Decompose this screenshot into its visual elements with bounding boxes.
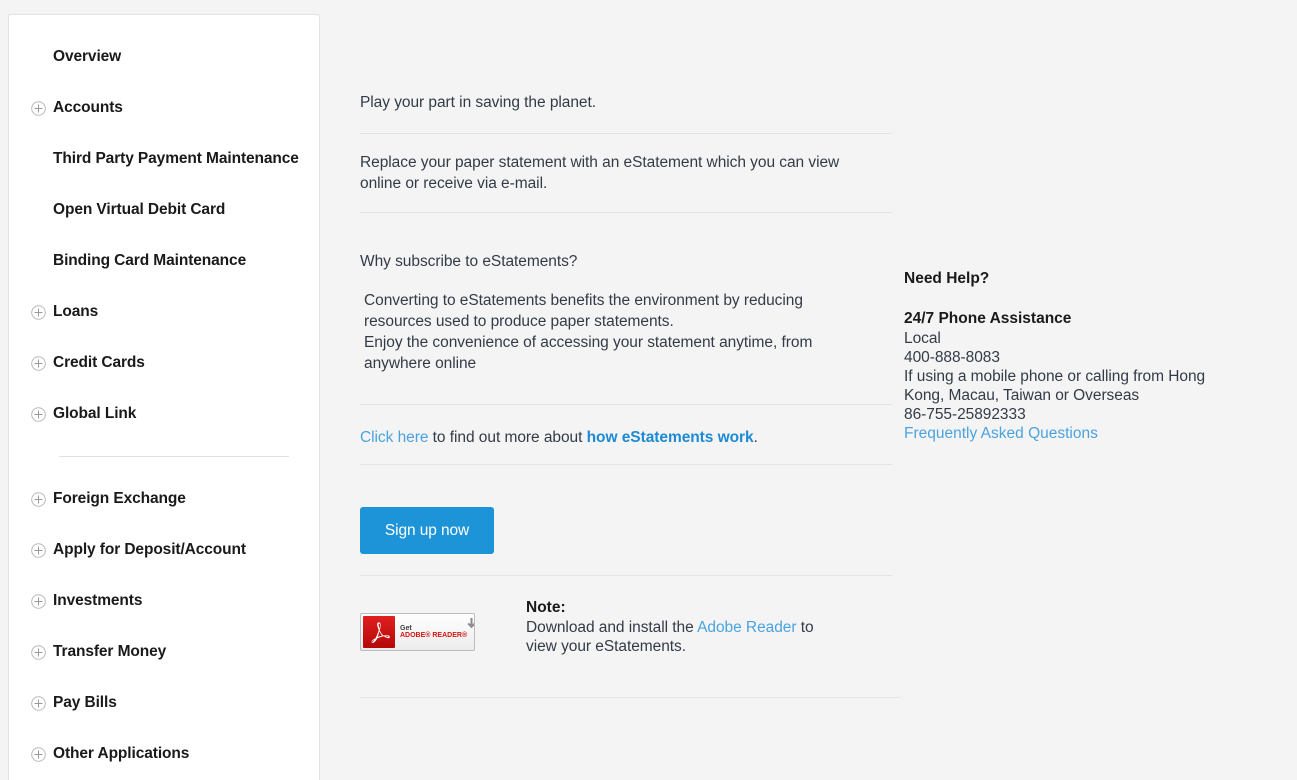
sidebar-item-open-virtual-debit-card[interactable]: Open Virtual Debit Card	[9, 198, 319, 222]
adobe-reader-link[interactable]: Adobe Reader	[697, 619, 796, 636]
why-subscribe-heading: Why subscribe to eStatements?	[360, 253, 578, 270]
sidebar-item-other-applications[interactable]: Other Applications	[9, 742, 319, 766]
content-divider	[360, 404, 892, 405]
plus-circle-icon	[31, 406, 46, 422]
sidebar-item-accounts[interactable]: Accounts	[9, 96, 319, 120]
plus-circle-icon	[31, 746, 46, 762]
mobile-overseas-note: If using a mobile phone or calling from …	[904, 368, 1206, 404]
plus-circle-icon	[31, 593, 46, 609]
sidebar-item-global-link[interactable]: Global Link	[9, 402, 319, 426]
sidebar-item-overview[interactable]: Overview	[9, 45, 319, 69]
adobe-note: Note: Download and install the Adobe Rea…	[526, 598, 816, 656]
local-label: Local	[904, 330, 941, 347]
adobe-badge-text: Get ADOBE® READER®	[400, 625, 467, 640]
faq-link[interactable]: Frequently Asked Questions	[904, 424, 1098, 444]
how-estatements-work-link[interactable]: how eStatements work	[587, 429, 754, 446]
need-help-title: Need Help?	[904, 270, 990, 287]
learn-more-middle-text: to find out more about	[428, 429, 587, 446]
local-phone-number: 400-888-8083	[904, 349, 1000, 366]
sidebar-item-label: Binding Card Maintenance	[53, 252, 247, 269]
plus-circle-icon	[31, 355, 46, 371]
phone-assistance-title: 24/7 Phone Assistance	[904, 310, 1072, 327]
sidebar-item-label: Foreign Exchange	[53, 490, 186, 507]
sidebar-divider	[59, 456, 289, 457]
sidebar-item-pay-bills[interactable]: Pay Bills	[9, 691, 319, 715]
adobe-badge-get-label: Get	[400, 624, 412, 632]
sidebar-item-label: Loans	[53, 303, 99, 320]
estatement-page: Overview Accounts Third Party Payment Ma…	[0, 0, 1297, 780]
plus-circle-icon	[31, 695, 46, 711]
click-here-link[interactable]: Click here	[360, 429, 428, 446]
sign-up-now-button[interactable]: Sign up now	[360, 507, 494, 554]
plus-circle-icon	[31, 100, 46, 116]
sidebar-item-label: Investments	[53, 592, 143, 609]
sidebar-item-third-party-payment-maintenance[interactable]: Third Party Payment Maintenance	[9, 147, 319, 171]
replace-statement-text: Replace your paper statement with an eSt…	[360, 154, 840, 192]
sidebar-item-label: Credit Cards	[53, 354, 145, 371]
sidebar-item-label: Global Link	[53, 405, 137, 422]
sidebar-item-label: Accounts	[53, 99, 123, 116]
sidebar-item-label: Transfer Money	[53, 643, 167, 660]
sidebar-item-label: Third Party Payment Maintenance	[53, 150, 299, 167]
note-body: Download and install the Adobe Reader to…	[526, 618, 816, 656]
content-divider	[360, 212, 892, 213]
overseas-phone-number: 86-755-25892333	[904, 406, 1026, 423]
benefit-item: Converting to eStatements benefits the e…	[364, 292, 803, 330]
get-adobe-reader-badge[interactable]: Get ADOBE® READER®	[360, 613, 475, 651]
plus-circle-icon	[31, 644, 46, 660]
sidebar-navigation: Overview Accounts Third Party Payment Ma…	[8, 14, 320, 780]
adobe-acrobat-icon	[363, 616, 395, 648]
sidebar-item-apply-for-deposit-account[interactable]: Apply for Deposit/Account	[9, 538, 319, 562]
plus-circle-icon	[31, 491, 46, 507]
content-divider	[360, 575, 892, 576]
benefits-list: Converting to eStatements benefits the e…	[364, 290, 864, 374]
sidebar-item-label: Other Applications	[53, 745, 190, 762]
sidebar-item-label: Open Virtual Debit Card	[53, 201, 226, 218]
sidebar-item-investments[interactable]: Investments	[9, 589, 319, 613]
note-title: Note:	[526, 599, 566, 616]
sidebar-item-credit-cards[interactable]: Credit Cards	[9, 351, 319, 375]
sidebar-item-label: Pay Bills	[53, 694, 117, 711]
sidebar-item-loans[interactable]: Loans	[9, 300, 319, 324]
sidebar-item-label: Apply for Deposit/Account	[53, 541, 246, 558]
download-arrow-icon	[467, 617, 474, 635]
need-help-panel: Need Help? 24/7 Phone Assistance Local 4…	[904, 269, 1244, 444]
intro-text: Play your part in saving the planet.	[360, 94, 597, 111]
sidebar-item-label: Overview	[53, 48, 122, 65]
plus-circle-icon	[31, 304, 46, 320]
plus-circle-icon	[31, 542, 46, 558]
learn-more-line: Click here to find out more about how eS…	[360, 427, 758, 448]
adobe-badge-reader-label: ADOBE® READER®	[400, 632, 468, 639]
note-before-link-text: Download and install the	[526, 619, 698, 636]
benefit-item: Enjoy the convenience of accessing your …	[364, 334, 813, 372]
content-divider	[360, 464, 892, 465]
sidebar-item-foreign-exchange[interactable]: Foreign Exchange	[9, 487, 319, 511]
learn-more-end-text: .	[753, 429, 758, 446]
content-divider	[360, 697, 900, 698]
sidebar-item-binding-card-maintenance[interactable]: Binding Card Maintenance	[9, 249, 319, 273]
content-divider	[360, 133, 892, 134]
sidebar-item-transfer-money[interactable]: Transfer Money	[9, 640, 319, 664]
